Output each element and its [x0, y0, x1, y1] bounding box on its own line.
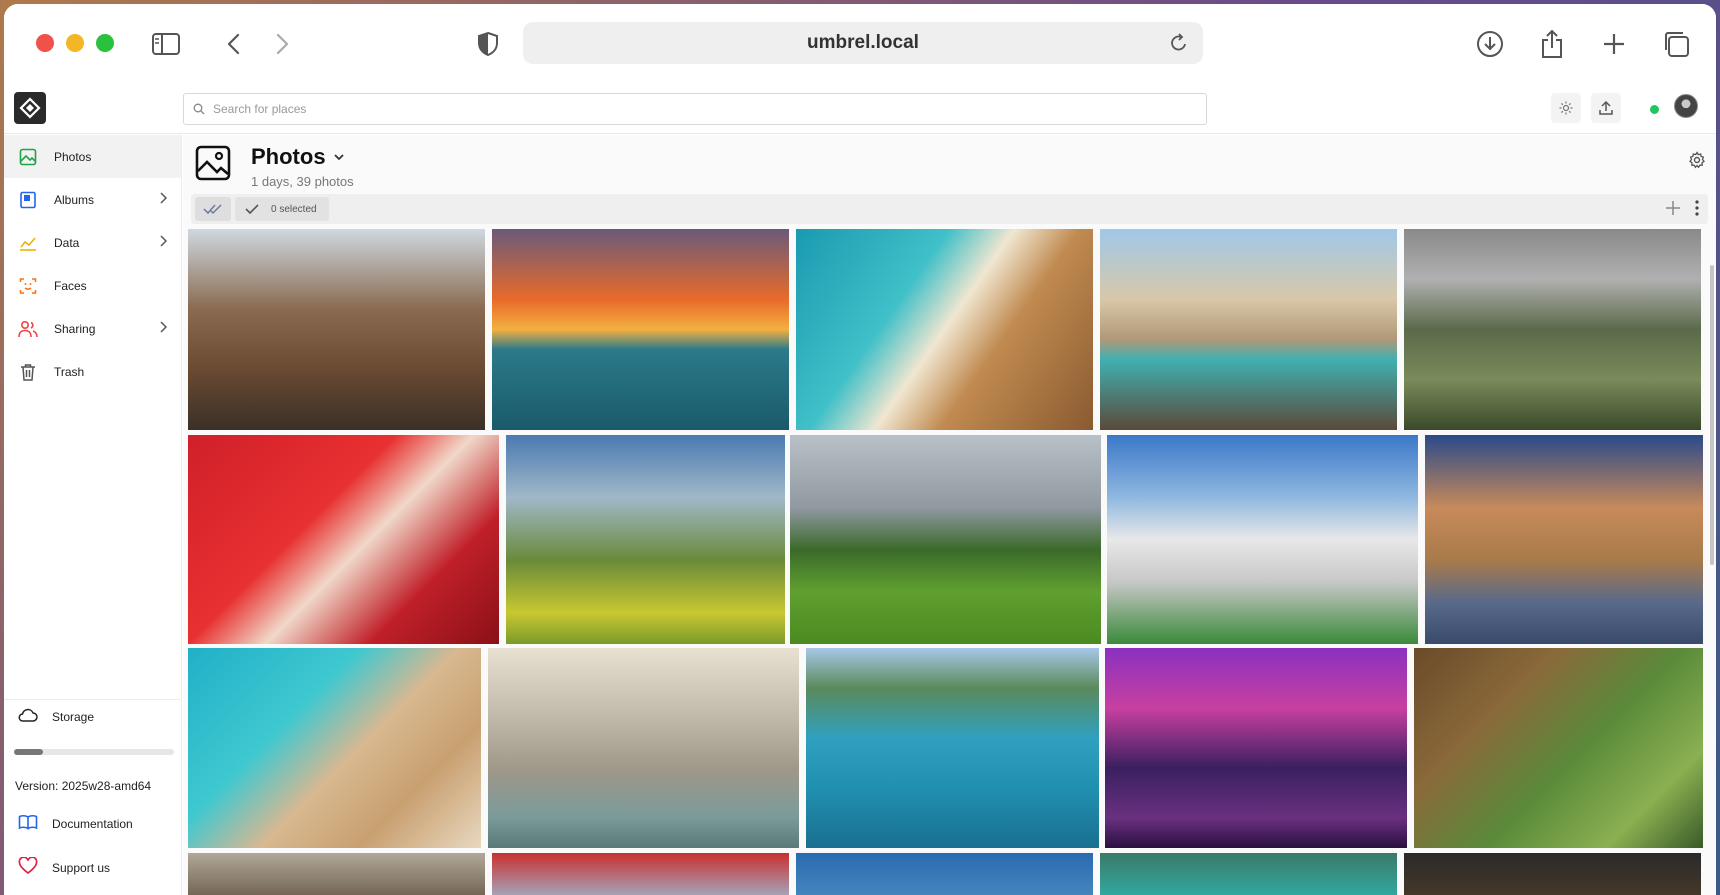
user-avatar[interactable]	[1674, 94, 1698, 118]
users-icon	[18, 319, 38, 339]
sidebar-divider	[4, 699, 181, 700]
forward-icon[interactable]	[266, 28, 298, 60]
gear-icon[interactable]	[1688, 151, 1706, 174]
url-text: umbrel.local	[807, 32, 919, 53]
documentation-label: Documentation	[52, 816, 133, 831]
photo-thumbnail-vittoriano-monument[interactable]	[1107, 435, 1418, 644]
photo-thumbnail-aerial-beach-rocks[interactable]	[796, 229, 1093, 430]
photo-album-icon	[195, 145, 231, 181]
address-bar[interactable]: umbrel.local	[523, 22, 1203, 64]
photo-thumbnail-turf-house-field[interactable]	[790, 435, 1101, 644]
double-check-icon	[203, 204, 222, 215]
storage-section[interactable]: Storage	[18, 707, 94, 726]
search-bar[interactable]	[183, 93, 1207, 125]
sidebar-item-photos[interactable]: Photos	[4, 135, 181, 178]
sidebar-item-label: Data	[54, 235, 80, 250]
search-icon	[193, 103, 205, 115]
browser-window: umbrel.local Search for places Photos Al…	[4, 4, 1716, 895]
chevron-right-icon	[159, 235, 168, 250]
sidebar-item-faces[interactable]: Faces	[4, 264, 181, 307]
app-header	[4, 86, 1716, 134]
photo-thumbnail-row4-photo-4[interactable]	[1100, 853, 1397, 895]
photo-thumbnail-trevi-fountain-crowd[interactable]	[1100, 229, 1397, 430]
selected-count-button[interactable]: 0 selected	[235, 197, 329, 221]
photo-thumbnail-pagoda-forest[interactable]	[1414, 648, 1703, 848]
select-all-button[interactable]	[195, 197, 231, 221]
search-input[interactable]	[213, 102, 1113, 116]
sidebar-item-label: Faces	[54, 278, 87, 293]
storage-usage-bar	[14, 749, 174, 755]
upload-icon	[1599, 100, 1613, 115]
share-icon[interactable]	[1536, 28, 1568, 60]
sidebar-item-trash[interactable]: Trash	[4, 350, 181, 393]
browser-toolbar: umbrel.local	[4, 4, 1716, 84]
book-icon	[18, 814, 38, 833]
maximize-window-button[interactable]	[96, 34, 114, 52]
photo-thumbnail-colosseum-dusk[interactable]	[1425, 435, 1703, 644]
page-title: Photos	[251, 144, 326, 169]
photo-thumbnail-sailboat-sunset[interactable]	[492, 229, 789, 430]
sidebar-item-label: Albums	[54, 192, 95, 207]
add-icon[interactable]	[1666, 199, 1680, 219]
photo-thumbnail-cable-cars-street[interactable]	[188, 229, 485, 430]
photo-thumbnail-row4-photo-5[interactable]	[1404, 853, 1701, 895]
chevron-right-icon	[159, 192, 168, 207]
photo-thumbnail-row4-photo-1[interactable]	[188, 853, 485, 895]
photo-count-subtitle: 1 days, 39 photos	[251, 174, 354, 189]
sun-icon	[1559, 101, 1573, 115]
sidebar-item-label: Photos	[54, 149, 92, 164]
heart-icon	[18, 856, 38, 878]
album-icon	[18, 190, 38, 210]
theme-toggle-button[interactable]	[1551, 93, 1581, 123]
chevron-right-icon	[159, 321, 168, 336]
app-logo-icon[interactable]	[14, 92, 46, 124]
sidebar-item-sharing[interactable]: Sharing	[4, 307, 181, 350]
photo-thumbnail-row4-photo-2[interactable]	[492, 853, 789, 895]
sidebar-item-label: Sharing	[54, 321, 96, 336]
chart-icon	[18, 233, 38, 253]
photo-thumbnail-old-man-of-storr[interactable]	[506, 435, 785, 644]
documentation-link[interactable]: Documentation	[18, 814, 133, 833]
sidebar-item-data[interactable]: Data	[4, 221, 181, 264]
window-controls	[36, 34, 114, 52]
storage-usage-fill	[14, 749, 43, 755]
tabs-overview-icon[interactable]	[1660, 28, 1692, 60]
storage-label: Storage	[52, 709, 95, 724]
back-icon[interactable]	[218, 28, 250, 60]
photo-thumbnail-couple-boat-sea[interactable]	[806, 648, 1099, 848]
support-link[interactable]: Support us	[18, 856, 111, 878]
minimize-window-button[interactable]	[66, 34, 84, 52]
face-scan-icon	[18, 276, 38, 296]
selected-count-label: 0 selected	[271, 203, 317, 215]
trash-icon	[18, 362, 38, 382]
close-window-button[interactable]	[36, 34, 54, 52]
sidebar-item-albums[interactable]: Albums	[4, 178, 181, 221]
online-status-dot	[1650, 105, 1659, 114]
reload-icon[interactable]	[1169, 32, 1189, 59]
cloud-icon	[18, 707, 38, 726]
chevron-down-icon[interactable]	[333, 149, 345, 167]
photo-thumbnail-fountain-statues[interactable]	[488, 648, 799, 848]
version-text: Version: 2025w28-amd64	[15, 779, 152, 793]
shield-icon[interactable]	[472, 28, 504, 60]
photo-thumbnail-city-tower-purple-night[interactable]	[1105, 648, 1407, 848]
support-label: Support us	[52, 860, 111, 875]
sidebar: Photos Albums Data Faces Sharing Trash S…	[4, 135, 182, 895]
selection-toolbar: 0 selected	[191, 194, 1708, 224]
photo-thumbnail-highland-river-valley[interactable]	[1404, 229, 1701, 430]
sidebar-item-label: Trash	[54, 364, 85, 379]
photo-thumbnail-geisha-red-umbrella[interactable]	[188, 435, 499, 644]
new-tab-icon[interactable]	[1598, 28, 1630, 60]
scrollbar[interactable]	[1710, 265, 1714, 565]
more-options-icon[interactable]	[1694, 198, 1700, 223]
download-icon[interactable]	[1474, 28, 1506, 60]
photo-thumbnail-aerial-turquoise-beach[interactable]	[188, 648, 481, 848]
sidebar-toggle-icon[interactable]	[150, 28, 182, 60]
upload-button[interactable]	[1591, 93, 1621, 123]
photo-thumbnail-row4-photo-3[interactable]	[796, 853, 1093, 895]
check-icon	[245, 204, 259, 215]
photos-icon	[18, 147, 38, 167]
